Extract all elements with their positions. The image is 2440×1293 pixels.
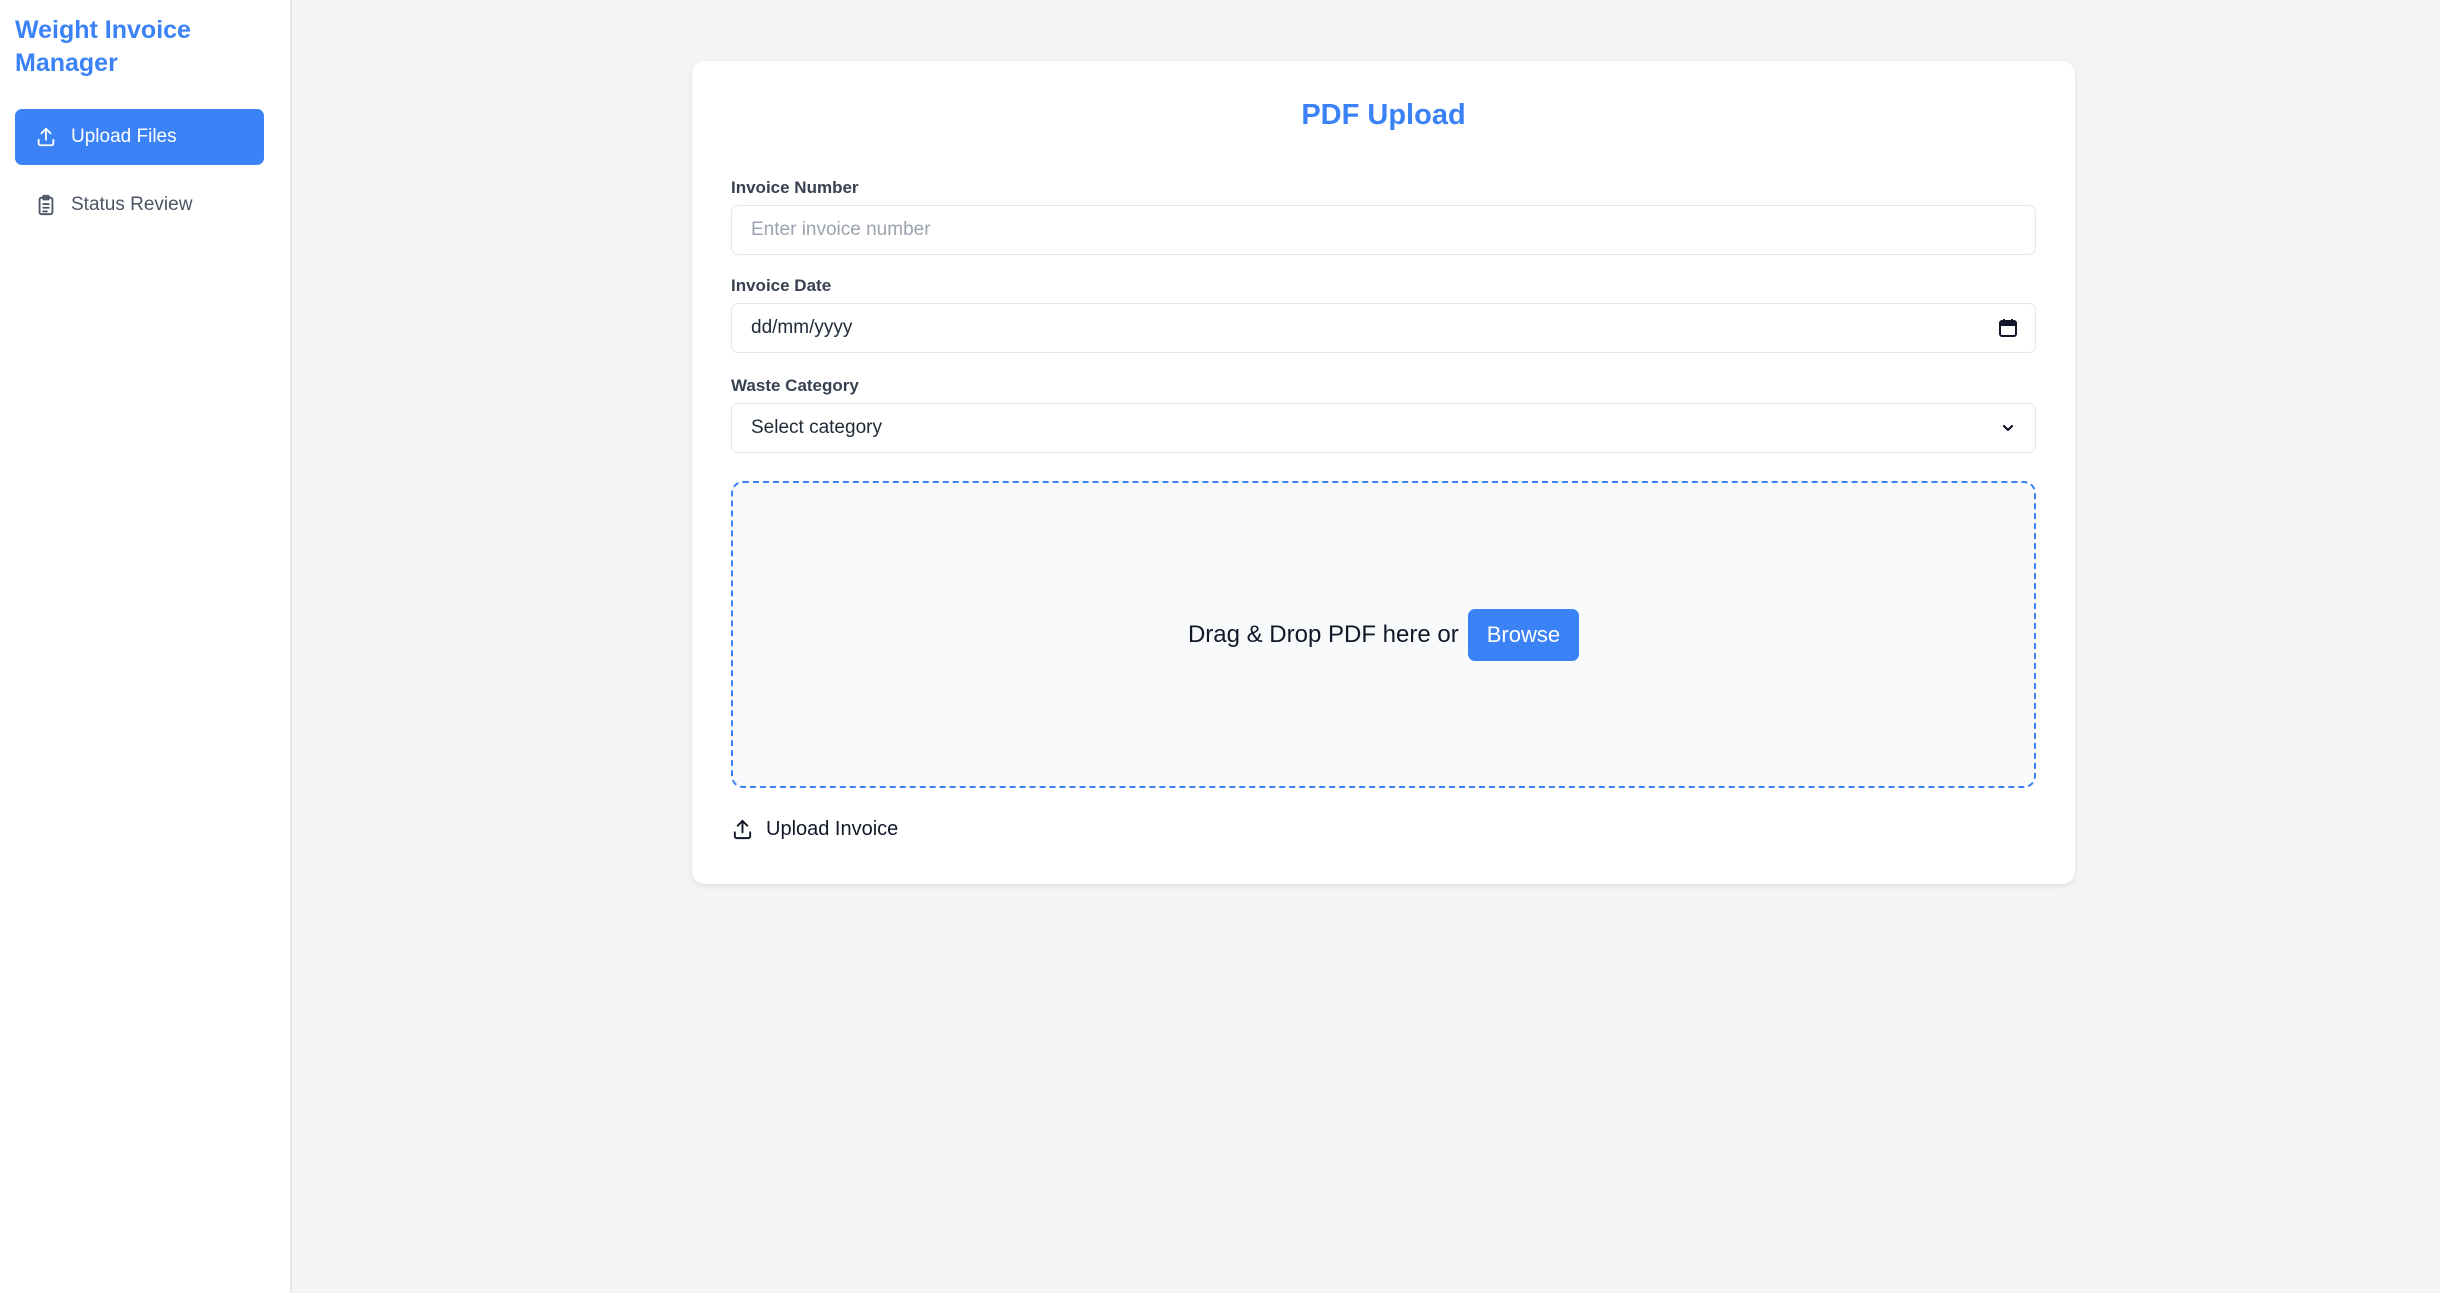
invoice-number-placeholder: Enter invoice number (751, 219, 931, 240)
sidebar-item-status-review[interactable]: Status Review (15, 177, 264, 233)
pdf-upload-card: PDF Upload Invoice Number Enter invoice … (692, 61, 2075, 884)
upload-invoice-button[interactable]: Upload Invoice (731, 818, 898, 841)
calendar-icon[interactable] (1998, 318, 2018, 338)
dropzone-text: Drag & Drop PDF here or (1187, 620, 1459, 648)
page-title: PDF Upload (1301, 99, 1466, 131)
invoice-date-value: dd/mm/yyyy (751, 317, 853, 338)
browse-button[interactable]: Browse (1467, 608, 1580, 661)
clipboard-icon (35, 194, 57, 216)
app-root: Weight Invoice Manager Upload Files Stat… (0, 0, 2440, 1293)
invoice-date-input[interactable]: dd/mm/yyyy (731, 303, 2036, 353)
waste-category-label: Waste Category (731, 376, 859, 395)
invoice-date-label: Invoice Date (731, 276, 832, 295)
sidebar-item-label: Upload Files (71, 126, 177, 147)
pdf-dropzone[interactable]: Drag & Drop PDF here or Browse (731, 481, 2036, 788)
invoice-number-input[interactable]: Enter invoice number (731, 205, 2036, 255)
sidebar: Weight Invoice Manager Upload Files Stat… (0, 0, 292, 1293)
waste-category-select[interactable]: Select category (731, 403, 2036, 453)
upload-invoice-label: Upload Invoice (766, 818, 899, 840)
upload-icon (731, 818, 754, 841)
app-brand: Weight Invoice Manager (15, 16, 191, 77)
sidebar-item-upload-files[interactable]: Upload Files (15, 109, 264, 165)
invoice-number-label: Invoice Number (731, 178, 859, 197)
sidebar-item-label: Status Review (71, 194, 193, 215)
waste-category-selected: Select category (751, 417, 882, 438)
chevron-down-icon (1998, 418, 2018, 438)
upload-icon (35, 126, 57, 148)
